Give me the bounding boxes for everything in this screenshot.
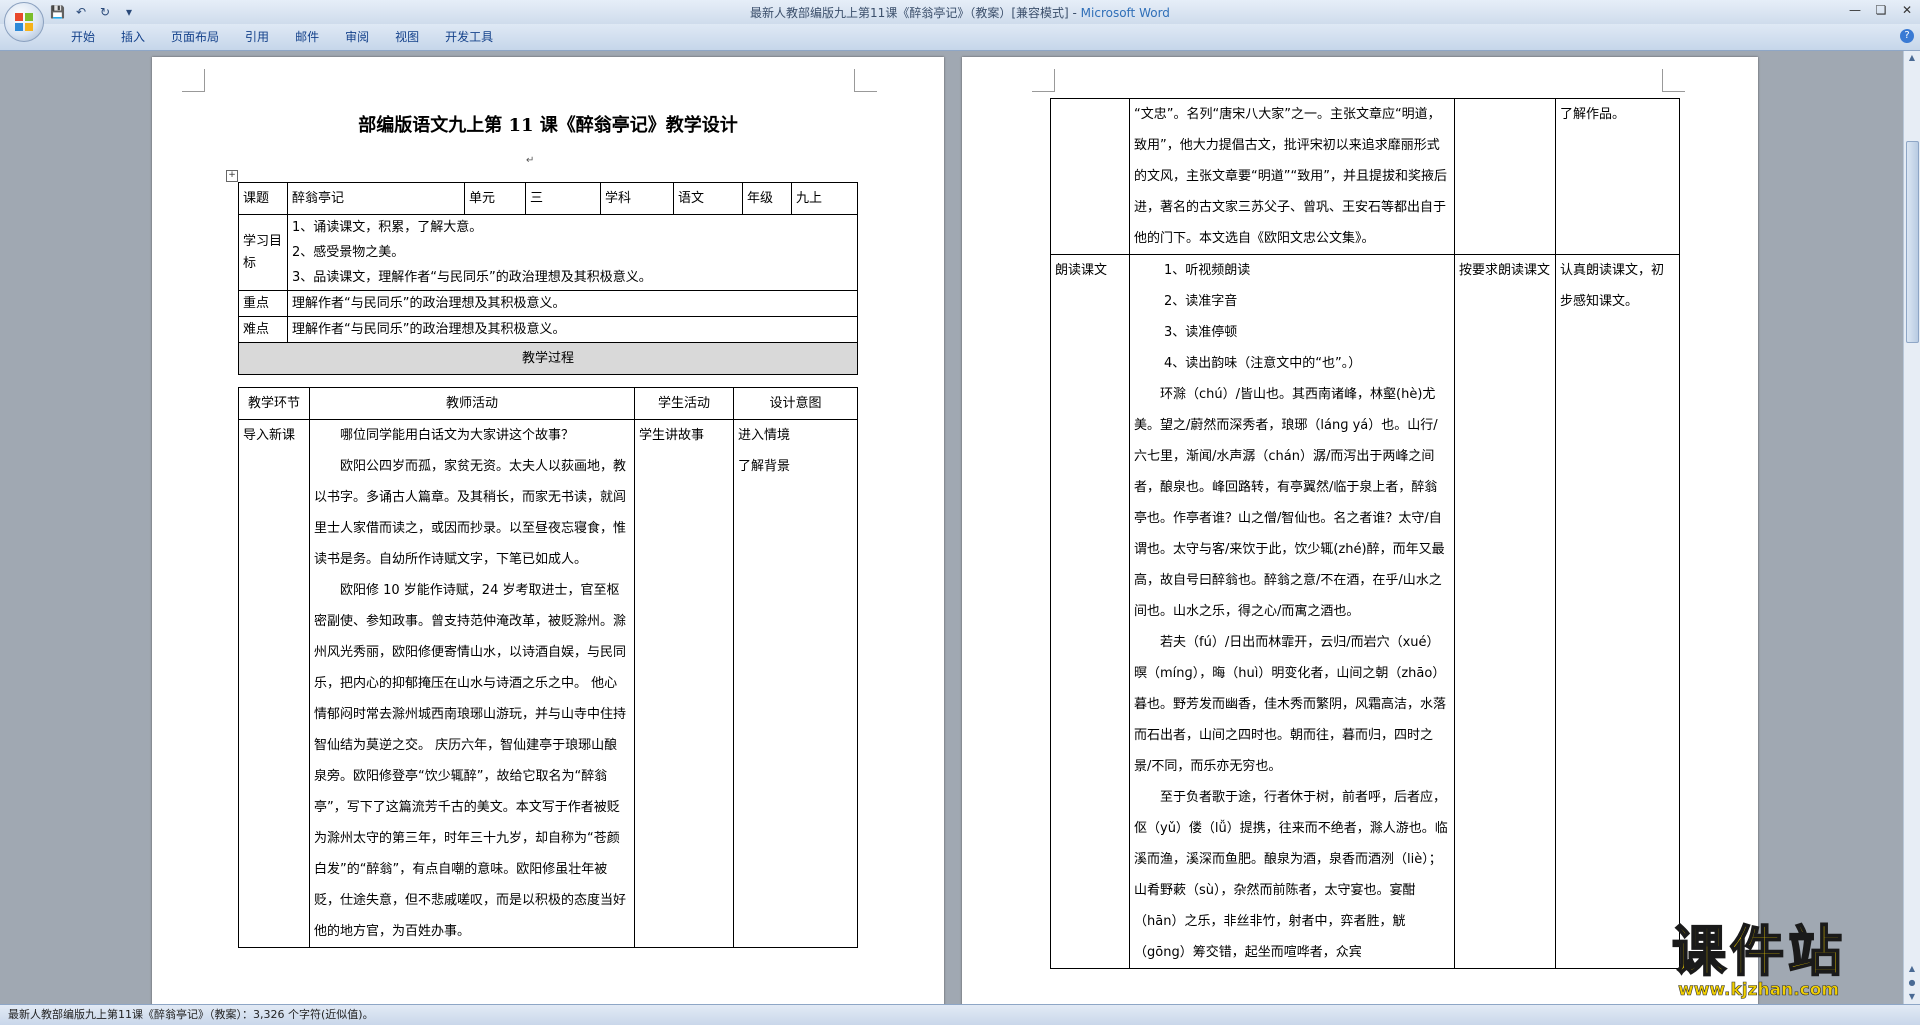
tab-review[interactable]: 审阅 bbox=[332, 24, 382, 50]
close-icon[interactable]: ✕ bbox=[1894, 0, 1920, 20]
col-teacher: 教师活动 bbox=[309, 387, 635, 420]
previous-page-icon[interactable]: ▲ bbox=[1904, 962, 1920, 976]
read-step-4: 4、读出韵味（注意文中的“也”。） bbox=[1164, 356, 1362, 371]
cont-stage bbox=[1050, 98, 1130, 255]
grade-label: 年级 bbox=[742, 182, 792, 215]
crop-mark bbox=[182, 69, 205, 92]
intro-stage: 导入新课 bbox=[238, 419, 310, 948]
objective-3: 3、品读课文，理解作者“与民同乐”的政治理想及其积极意义。 bbox=[292, 270, 652, 285]
watermark: 课件站 www.kjzhan.com bbox=[1671, 919, 1902, 1002]
next-page-icon[interactable]: ▼ bbox=[1904, 990, 1920, 1004]
subject-label: 学科 bbox=[600, 182, 674, 215]
read-para-3: 至于负者歌于途，行者休于树，前者呼，后者应，伛（yǔ）偻（lǚ）提携，往来而不绝… bbox=[1134, 790, 1448, 960]
read-para-2: 若夫（fú）/日出而林霏开，云归/而岩穴（xué）暝（mínɡ），晦（huì）明… bbox=[1134, 635, 1447, 774]
tab-developer[interactable]: 开发工具 bbox=[432, 24, 506, 50]
ribbon-tabs: 开始 插入 页面布局 引用 邮件 审阅 视图 开发工具 ? bbox=[0, 24, 1920, 51]
table-move-handle-icon[interactable]: + bbox=[226, 170, 238, 182]
objective-2: 2、感受景物之美。 bbox=[292, 245, 405, 260]
document-title: 部编版语文九上第 11 课《醉翁亭记》教学设计 bbox=[358, 115, 738, 136]
process-header: 教学过程 bbox=[238, 342, 858, 375]
process-table: 教学环节 教师活动 学生活动 设计意图 导入新课 哪位同学能用白话文为大家讲这个… bbox=[238, 387, 858, 948]
difficulty-label: 难点 bbox=[238, 316, 288, 343]
tab-mailings[interactable]: 邮件 bbox=[282, 24, 332, 50]
document-page-2: “文忠”。名列“唐宋八大家”之一。主张文章应“明道，致用”，他大力提倡古文，批评… bbox=[962, 57, 1758, 1004]
unit-label: 单元 bbox=[464, 182, 526, 215]
help-icon[interactable]: ? bbox=[1900, 29, 1914, 43]
crop-mark bbox=[1032, 69, 1055, 92]
crop-mark bbox=[854, 69, 877, 92]
read-teacher: 1、听视频朗读 2、读准字音 3、读准停顿 4、读出韵味（注意文中的“也”。） … bbox=[1129, 254, 1455, 969]
read-stage: 朗读课文 bbox=[1050, 254, 1130, 969]
minimize-icon[interactable]: — bbox=[1842, 0, 1868, 20]
read-step-1: 1、听视频朗读 bbox=[1164, 263, 1251, 278]
scroll-up-icon[interactable]: ▲ bbox=[1904, 51, 1920, 65]
status-bar: 最新人教部编版九上第11课《醉翁亭记》（教案）：3,326 个字符(近似值)。 bbox=[0, 1004, 1920, 1025]
office-logo-icon bbox=[15, 13, 33, 31]
intro-teacher-p1: 哪位同学能用白话文为大家讲这个故事？ bbox=[340, 428, 575, 443]
tab-view[interactable]: 视图 bbox=[382, 24, 432, 50]
grade-value: 九上 bbox=[791, 182, 858, 215]
cont-student bbox=[1454, 98, 1556, 255]
watermark-title: 课件站 bbox=[1671, 919, 1846, 983]
watermark-url: www.kjzhan.com bbox=[1678, 980, 1840, 1001]
select-browse-object-icon[interactable]: ● bbox=[1904, 976, 1920, 990]
cont-teacher: “文忠”。名列“唐宋八大家”之一。主张文章应“明道，致用”，他大力提倡古文，批评… bbox=[1129, 98, 1455, 255]
status-text: 最新人教部编版九上第11课《醉翁亭记》（教案）：3,326 个字符(近似值)。 bbox=[8, 1008, 374, 1021]
scrollbar-thumb[interactable] bbox=[1906, 141, 1919, 343]
title-bar: 💾 ↶ ↻ ▾ 最新人教部编版九上第11课《醉翁亭记》（教案）[兼容模式] - … bbox=[0, 0, 1920, 42]
objective-1: 1、诵读课文，积累，了解大意。 bbox=[292, 220, 483, 235]
read-para-1: 环滁（chú）/皆山也。其西南诸峰，林壑(hè)尤美。望之/蔚然而深秀者，琅琊（… bbox=[1134, 387, 1445, 619]
intro-teacher-p3: 欧阳修 10 岁能作诗赋，24 岁考取进士，官至枢密副使、参知政事。曾支持范仲淹… bbox=[314, 583, 627, 939]
intro-intent-1: 进入情境 bbox=[738, 428, 791, 443]
tab-home[interactable]: 开始 bbox=[58, 24, 108, 50]
document-page-1: 部编版语文九上第 11 课《醉翁亭记》教学设计 ↵ + 课题 醉翁亭记 单元 三… bbox=[152, 57, 944, 1004]
tab-page-layout[interactable]: 页面布局 bbox=[158, 24, 232, 50]
crop-mark bbox=[1662, 69, 1685, 92]
difficulty-text: 理解作者“与民同乐”的政治理想及其积极意义。 bbox=[287, 316, 858, 343]
intro-teacher: 哪位同学能用白话文为大家讲这个故事？ 欧阳公四岁而孤，家贫无资。太夫人以荻画地，… bbox=[309, 419, 635, 948]
read-step-2: 2、读准字音 bbox=[1164, 294, 1238, 309]
window-controls: — ❏ ✕ bbox=[1842, 0, 1920, 20]
key-point-text: 理解作者“与民同乐”的政治理想及其积极意义。 bbox=[287, 290, 858, 317]
intro-intent-2: 了解背景 bbox=[738, 459, 791, 474]
app-name: Microsoft Word bbox=[1080, 6, 1170, 20]
unit-value: 三 bbox=[525, 182, 601, 215]
restore-icon[interactable]: ❏ bbox=[1868, 0, 1894, 20]
paragraph-mark: ↵ bbox=[526, 155, 535, 166]
subject-value: 语文 bbox=[673, 182, 743, 215]
tab-insert[interactable]: 插入 bbox=[108, 24, 158, 50]
objectives-cell: 1、诵读课文，积累，了解大意。 2、感受景物之美。 3、品读课文，理解作者“与民… bbox=[287, 214, 858, 291]
read-step-3: 3、读准停顿 bbox=[1164, 325, 1238, 340]
intro-student: 学生讲故事 bbox=[634, 419, 734, 948]
document-name: 最新人教部编版九上第11课《醉翁亭记》（教案）[兼容模式] - bbox=[750, 6, 1081, 20]
cont-intent: 了解作品。 bbox=[1555, 98, 1680, 255]
process-table-continued: “文忠”。名列“唐宋八大家”之一。主张文章应“明道，致用”，他大力提倡古文，批评… bbox=[1050, 98, 1680, 969]
objectives-label: 学习目标 bbox=[238, 214, 288, 291]
office-button[interactable] bbox=[4, 2, 44, 42]
read-intent: 认真朗读课文，初步感知课文。 bbox=[1555, 254, 1680, 969]
document-workspace[interactable]: 部编版语文九上第 11 课《醉翁亭记》教学设计 ↵ + 课题 醉翁亭记 单元 三… bbox=[0, 51, 1904, 1004]
window-title: 最新人教部编版九上第11课《醉翁亭记》（教案）[兼容模式] - Microsof… bbox=[0, 4, 1920, 21]
vertical-scrollbar[interactable]: ▲ ▲ ● ▼ bbox=[1903, 51, 1920, 1004]
info-table: 课题 醉翁亭记 单元 三 学科 语文 年级 九上 学习目标 1、诵读课文，积累，… bbox=[238, 182, 858, 375]
col-student: 学生活动 bbox=[634, 387, 734, 420]
tab-references[interactable]: 引用 bbox=[232, 24, 282, 50]
intro-intent: 进入情境 了解背景 bbox=[733, 419, 858, 948]
intro-teacher-p2: 欧阳公四岁而孤，家贫无资。太夫人以荻画地，教以书字。多诵古人篇章。及其稍长，而家… bbox=[314, 459, 627, 567]
topic-label: 课题 bbox=[238, 182, 288, 215]
read-student: 按要求朗读课文 bbox=[1454, 254, 1556, 969]
topic-value: 醉翁亭记 bbox=[287, 182, 465, 215]
key-point-label: 重点 bbox=[238, 290, 288, 317]
col-stage: 教学环节 bbox=[238, 387, 310, 420]
col-intent: 设计意图 bbox=[733, 387, 858, 420]
